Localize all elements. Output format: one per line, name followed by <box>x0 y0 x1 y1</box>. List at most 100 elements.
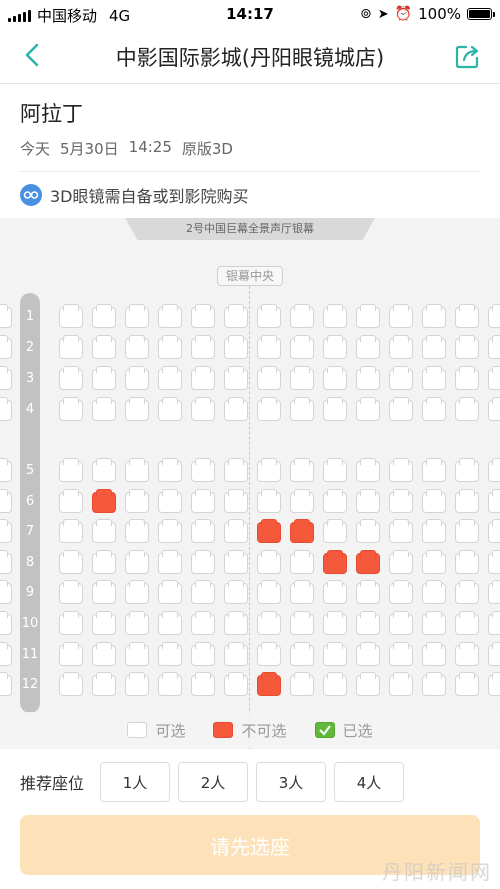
seat-available[interactable] <box>257 489 281 513</box>
seat-available[interactable] <box>257 611 281 635</box>
seat-available[interactable] <box>323 489 347 513</box>
seat-available[interactable] <box>455 458 479 482</box>
seat-available[interactable] <box>0 580 12 604</box>
seat-available[interactable] <box>224 458 248 482</box>
seat-available[interactable] <box>455 672 479 696</box>
seat-available[interactable] <box>59 366 83 390</box>
recommend-1-button[interactable]: 1人 <box>100 762 171 802</box>
seat-available[interactable] <box>290 458 314 482</box>
seat-available[interactable] <box>125 672 149 696</box>
seat-available[interactable] <box>290 335 314 359</box>
seat-available[interactable] <box>59 304 83 328</box>
seat-available[interactable] <box>191 397 215 421</box>
seat-available[interactable] <box>422 458 446 482</box>
seat-available[interactable] <box>92 550 116 574</box>
seat-available[interactable] <box>224 580 248 604</box>
seat-available[interactable] <box>224 304 248 328</box>
seat-available[interactable] <box>455 397 479 421</box>
seat-available[interactable] <box>290 366 314 390</box>
seat-available[interactable] <box>290 672 314 696</box>
seat-available[interactable] <box>488 304 500 328</box>
seat-available[interactable] <box>0 519 12 543</box>
seat-available[interactable] <box>191 335 215 359</box>
seat-available[interactable] <box>488 366 500 390</box>
seat-available[interactable] <box>389 519 413 543</box>
seat-available[interactable] <box>290 642 314 666</box>
seat-available[interactable] <box>59 611 83 635</box>
seat-available[interactable] <box>0 335 12 359</box>
seat-map[interactable]: 2号中国巨幕全景声厅银幕 银幕中央 1 2 3 4 5 6 7 8 9 10 11 12 <box>0 218 500 749</box>
back-button[interactable] <box>18 40 48 70</box>
seat-available[interactable] <box>356 611 380 635</box>
seat-available[interactable] <box>158 335 182 359</box>
seat-available[interactable] <box>488 397 500 421</box>
seat-available[interactable] <box>125 489 149 513</box>
seat-available[interactable] <box>257 366 281 390</box>
seat-available[interactable] <box>59 580 83 604</box>
seat-available[interactable] <box>0 672 12 696</box>
seat-available[interactable] <box>125 580 149 604</box>
seat-available[interactable] <box>422 489 446 513</box>
seat-available[interactable] <box>488 519 500 543</box>
seat-available[interactable] <box>59 397 83 421</box>
seat-available[interactable] <box>125 642 149 666</box>
seat-available[interactable] <box>92 366 116 390</box>
seat-available[interactable] <box>0 642 12 666</box>
seat-available[interactable] <box>158 611 182 635</box>
seat-available[interactable] <box>488 642 500 666</box>
seat-available[interactable] <box>92 611 116 635</box>
seat-available[interactable] <box>389 458 413 482</box>
seat-available[interactable] <box>158 489 182 513</box>
seat-available[interactable] <box>422 397 446 421</box>
seat-available[interactable] <box>257 397 281 421</box>
seat-available[interactable] <box>356 580 380 604</box>
seat-available[interactable] <box>488 580 500 604</box>
seat-available[interactable] <box>125 519 149 543</box>
seat-available[interactable] <box>59 519 83 543</box>
seat-available[interactable] <box>224 642 248 666</box>
seat-available[interactable] <box>224 335 248 359</box>
seat-available[interactable] <box>488 672 500 696</box>
seat-available[interactable] <box>59 335 83 359</box>
seat-available[interactable] <box>488 335 500 359</box>
seat-available[interactable] <box>488 458 500 482</box>
seat-available[interactable] <box>455 335 479 359</box>
seat-available[interactable] <box>92 397 116 421</box>
seat-available[interactable] <box>323 458 347 482</box>
seat-available[interactable] <box>356 672 380 696</box>
seat-available[interactable] <box>191 550 215 574</box>
seat-available[interactable] <box>389 642 413 666</box>
seat-available[interactable] <box>257 304 281 328</box>
seat-available[interactable] <box>455 519 479 543</box>
seat-available[interactable] <box>59 489 83 513</box>
seat-available[interactable] <box>158 304 182 328</box>
seat-available[interactable] <box>455 304 479 328</box>
seat-available[interactable] <box>92 672 116 696</box>
seat-available[interactable] <box>422 642 446 666</box>
seat-available[interactable] <box>455 611 479 635</box>
seat-available[interactable] <box>389 366 413 390</box>
seat-available[interactable] <box>0 489 12 513</box>
seat-available[interactable] <box>290 580 314 604</box>
seat-available[interactable] <box>422 550 446 574</box>
seat-available[interactable] <box>158 366 182 390</box>
seat-available[interactable] <box>158 580 182 604</box>
seat-available[interactable] <box>323 519 347 543</box>
seat-available[interactable] <box>389 611 413 635</box>
seat-available[interactable] <box>125 550 149 574</box>
seat-available[interactable] <box>290 397 314 421</box>
seat-available[interactable] <box>158 642 182 666</box>
seat-available[interactable] <box>389 397 413 421</box>
seat-available[interactable] <box>257 335 281 359</box>
seat-available[interactable] <box>356 519 380 543</box>
seat-available[interactable] <box>191 489 215 513</box>
seat-available[interactable] <box>290 489 314 513</box>
recommend-2-button[interactable]: 2人 <box>178 762 249 802</box>
seat-available[interactable] <box>59 550 83 574</box>
seat-available[interactable] <box>389 489 413 513</box>
seat-available[interactable] <box>224 366 248 390</box>
seat-available[interactable] <box>0 397 12 421</box>
seat-available[interactable] <box>257 550 281 574</box>
seat-available[interactable] <box>224 550 248 574</box>
seat-available[interactable] <box>92 519 116 543</box>
